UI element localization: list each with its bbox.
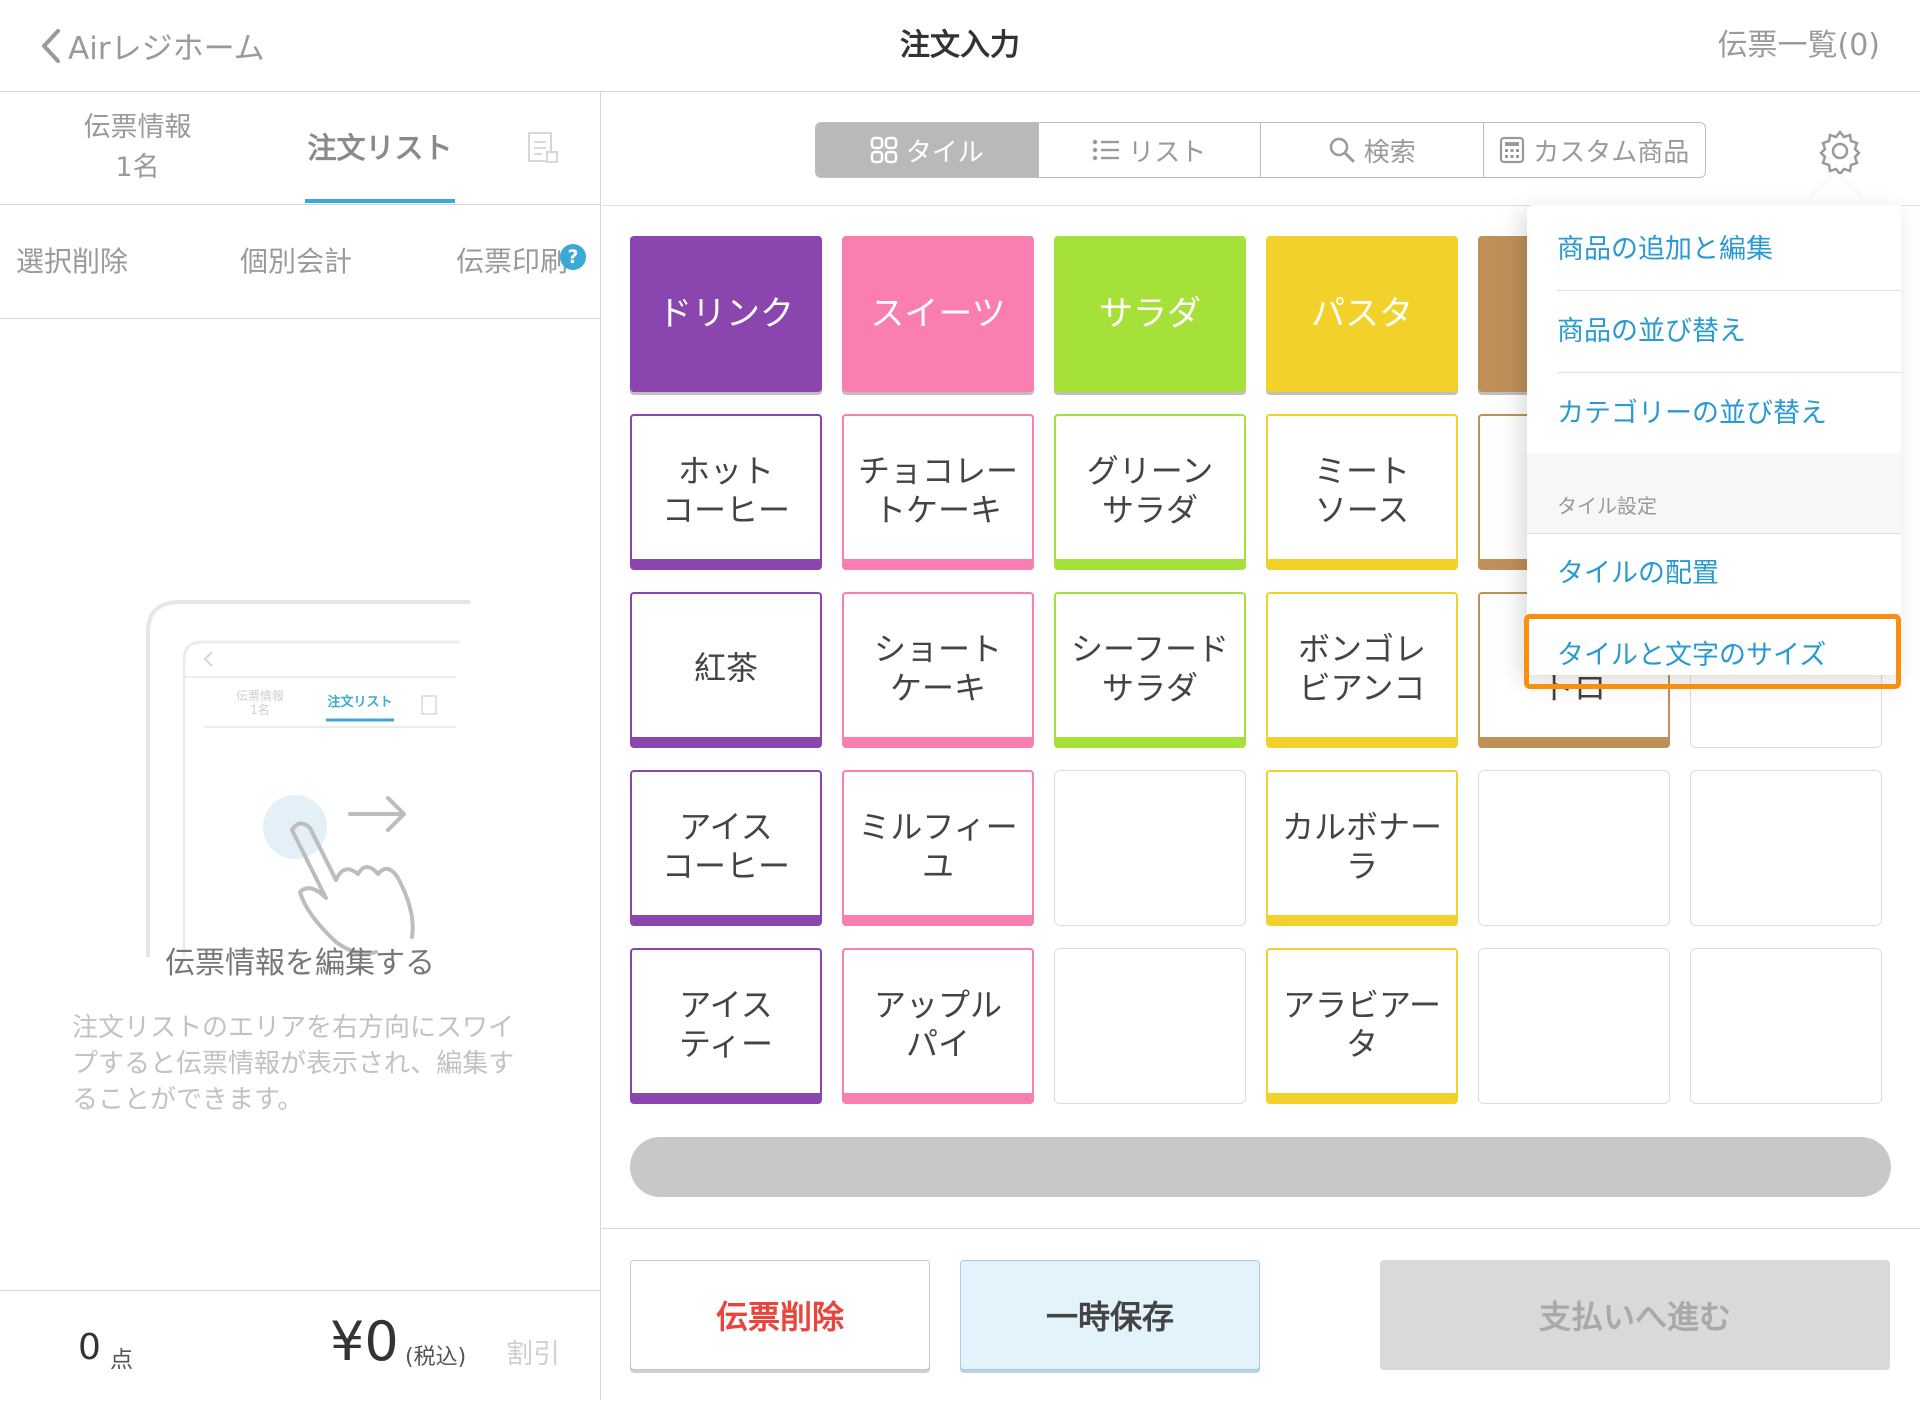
illus-tab-guests: 1名 bbox=[250, 702, 270, 717]
product-label: チョコレー トケーキ bbox=[857, 451, 1018, 529]
category-label: ドリンク bbox=[658, 293, 794, 334]
product-tile-iced-coffee[interactable]: アイス コーヒー bbox=[630, 770, 822, 926]
page-title: 注文入力 bbox=[900, 28, 1020, 63]
product-label: ホット コーヒー bbox=[661, 451, 790, 529]
slip-list-button[interactable]: 伝票一覧(0) bbox=[1718, 0, 1881, 91]
empty-tile[interactable] bbox=[1690, 948, 1882, 1104]
menu-item-add-edit-products[interactable]: 商品の追加と編集 bbox=[1557, 209, 1901, 291]
edit-slip-title: 伝票情報を編集する bbox=[165, 946, 435, 981]
tab-tile-label: タイル bbox=[905, 137, 984, 168]
tax-note: (税込) bbox=[405, 1345, 467, 1370]
search-icon bbox=[1329, 137, 1355, 163]
left-tabs: 伝票情報 1名 注文リスト bbox=[0, 92, 600, 205]
empty-tile[interactable] bbox=[1054, 770, 1246, 926]
category-label: スイーツ bbox=[870, 293, 1006, 334]
active-tab-underline bbox=[305, 199, 455, 203]
proceed-to-payment-button[interactable]: 支払いへ進む bbox=[1380, 1260, 1890, 1370]
tab-slip-info-guests: 1名 bbox=[115, 152, 160, 183]
tab-list-view[interactable]: リスト bbox=[1039, 123, 1261, 177]
category-drink[interactable]: ドリンク bbox=[630, 236, 822, 392]
product-tile-carbonara[interactable]: カルボナー ラ bbox=[1266, 770, 1458, 926]
product-tile-meat-sauce[interactable]: ミート ソース bbox=[1266, 414, 1458, 570]
menu-item-tile-layout[interactable]: タイルの配置 bbox=[1557, 533, 1901, 615]
category-pasta[interactable]: パスタ bbox=[1266, 236, 1458, 392]
tab-list-label: リスト bbox=[1128, 137, 1207, 168]
item-count-unit: 点 bbox=[110, 1347, 133, 1373]
category-label: サラダ bbox=[1099, 293, 1201, 334]
illus-tab-order: 注文リスト bbox=[327, 694, 392, 710]
product-label: ミルフィー ユ bbox=[858, 807, 1018, 885]
list-icon bbox=[1093, 139, 1120, 161]
product-label: アップル パイ bbox=[873, 985, 1002, 1063]
category-sweets[interactable]: スイーツ bbox=[842, 236, 1034, 392]
product-label: ショート ケーキ bbox=[873, 629, 1002, 707]
tile-grid-icon bbox=[870, 136, 897, 164]
tab-search-label: 検索 bbox=[1363, 137, 1416, 168]
settings-menu: 商品の追加と編集 商品の並び替え カテゴリーの並び替え タイル設定 タイルの配置… bbox=[1527, 205, 1901, 675]
select-delete-button[interactable]: 選択削除 bbox=[16, 205, 128, 318]
bottom-bar-divider bbox=[602, 1228, 1920, 1229]
swipe-illustration: 伝票情報 1名 注文リスト bbox=[146, 600, 470, 957]
product-tile-iced-tea[interactable]: アイス ティー bbox=[630, 948, 822, 1104]
hold-order-button[interactable]: 一時保存 bbox=[960, 1260, 1260, 1370]
illus-tab-info: 伝票情報 bbox=[236, 689, 284, 703]
order-list-panel: 伝票情報 1名 注文リスト 選択削除 個別会計 伝票印刷 ? 伝票情報 1名 注… bbox=[0, 92, 601, 1400]
tab-custom-label: カスタム商品 bbox=[1533, 137, 1690, 168]
app-header: Airレジホーム 注文入力 伝票一覧(0) bbox=[0, 0, 1920, 92]
product-tile-black-tea[interactable]: 紅茶 bbox=[630, 592, 822, 748]
tab-slip-info[interactable]: 伝票情報 1名 bbox=[0, 92, 275, 204]
tab-tile-view[interactable]: タイル bbox=[816, 123, 1039, 177]
calculator-icon bbox=[1500, 136, 1525, 164]
empty-tile[interactable] bbox=[1054, 948, 1246, 1104]
product-tile-apple-pie[interactable]: アップル パイ bbox=[842, 948, 1034, 1104]
product-tile-seafood-salad[interactable]: シーフード サラダ bbox=[1054, 592, 1246, 748]
item-count: 0 bbox=[78, 1327, 101, 1368]
product-label: シーフード サラダ bbox=[1070, 629, 1230, 707]
product-label: ボンゴレ ビアンコ bbox=[1297, 629, 1426, 707]
menu-section-label: タイル設定 bbox=[1557, 494, 1657, 518]
discount-button[interactable]: 割引 bbox=[506, 1332, 560, 1371]
empty-tile[interactable] bbox=[1478, 948, 1670, 1104]
empty-tile[interactable] bbox=[1690, 770, 1882, 926]
highlight-box bbox=[1524, 614, 1901, 689]
product-tile-shortcake[interactable]: ショート ケーキ bbox=[842, 592, 1034, 748]
edit-slip-description: 注文リストのエリアを右方向にスワイプすると伝票情報が表示され、編集することができ… bbox=[72, 1013, 515, 1115]
product-tile-chocolate-cake[interactable]: チョコレー トケーキ bbox=[842, 414, 1034, 570]
help-icon[interactable]: ? bbox=[560, 244, 586, 270]
product-tile-arrabbiata[interactable]: アラビアー タ bbox=[1266, 948, 1458, 1104]
product-label: アラビアー タ bbox=[1282, 985, 1442, 1063]
document-icon[interactable] bbox=[525, 130, 561, 166]
category-salad[interactable]: サラダ bbox=[1054, 236, 1246, 392]
product-label: アイス コーヒー bbox=[661, 807, 790, 885]
menu-item-sort-categories[interactable]: カテゴリーの並び替え bbox=[1557, 373, 1901, 454]
product-tile-hot-coffee[interactable]: ホット コーヒー bbox=[630, 414, 822, 570]
tab-search[interactable]: 検索 bbox=[1261, 123, 1484, 177]
tab-slip-info-label: 伝票情報 bbox=[83, 112, 192, 143]
empty-tile[interactable] bbox=[1478, 770, 1670, 926]
tab-order-list[interactable]: 注文リスト bbox=[305, 92, 455, 204]
print-slip-button[interactable]: 伝票印刷 bbox=[456, 205, 568, 318]
product-label: 紅茶 bbox=[693, 649, 758, 687]
order-total: ¥0 bbox=[330, 1310, 399, 1373]
horizontal-scrollbar[interactable] bbox=[630, 1137, 1891, 1197]
view-mode-tabs: タイル リスト 検索 カスタム商品 bbox=[815, 122, 1706, 178]
gear-icon[interactable] bbox=[1817, 128, 1863, 174]
product-label: ミート ソース bbox=[1313, 451, 1410, 529]
product-tile-vongole[interactable]: ボンゴレ ビアンコ bbox=[1266, 592, 1458, 748]
category-label: パスタ bbox=[1311, 293, 1413, 334]
product-tile-millefeuille[interactable]: ミルフィー ユ bbox=[842, 770, 1034, 926]
product-label: カルボナー ラ bbox=[1281, 807, 1442, 885]
split-payment-button[interactable]: 個別会計 bbox=[240, 205, 352, 318]
product-label: グリーン サラダ bbox=[1086, 451, 1214, 529]
product-label: アイス ティー bbox=[678, 985, 774, 1063]
menu-item-sort-products[interactable]: 商品の並び替え bbox=[1557, 291, 1901, 373]
tab-custom-product[interactable]: カスタム商品 bbox=[1484, 123, 1706, 177]
order-actions: 選択削除 個別会計 伝票印刷 bbox=[0, 205, 600, 319]
product-tile-green-salad[interactable]: グリーン サラダ bbox=[1054, 414, 1246, 570]
delete-slip-button[interactable]: 伝票削除 bbox=[630, 1260, 930, 1370]
